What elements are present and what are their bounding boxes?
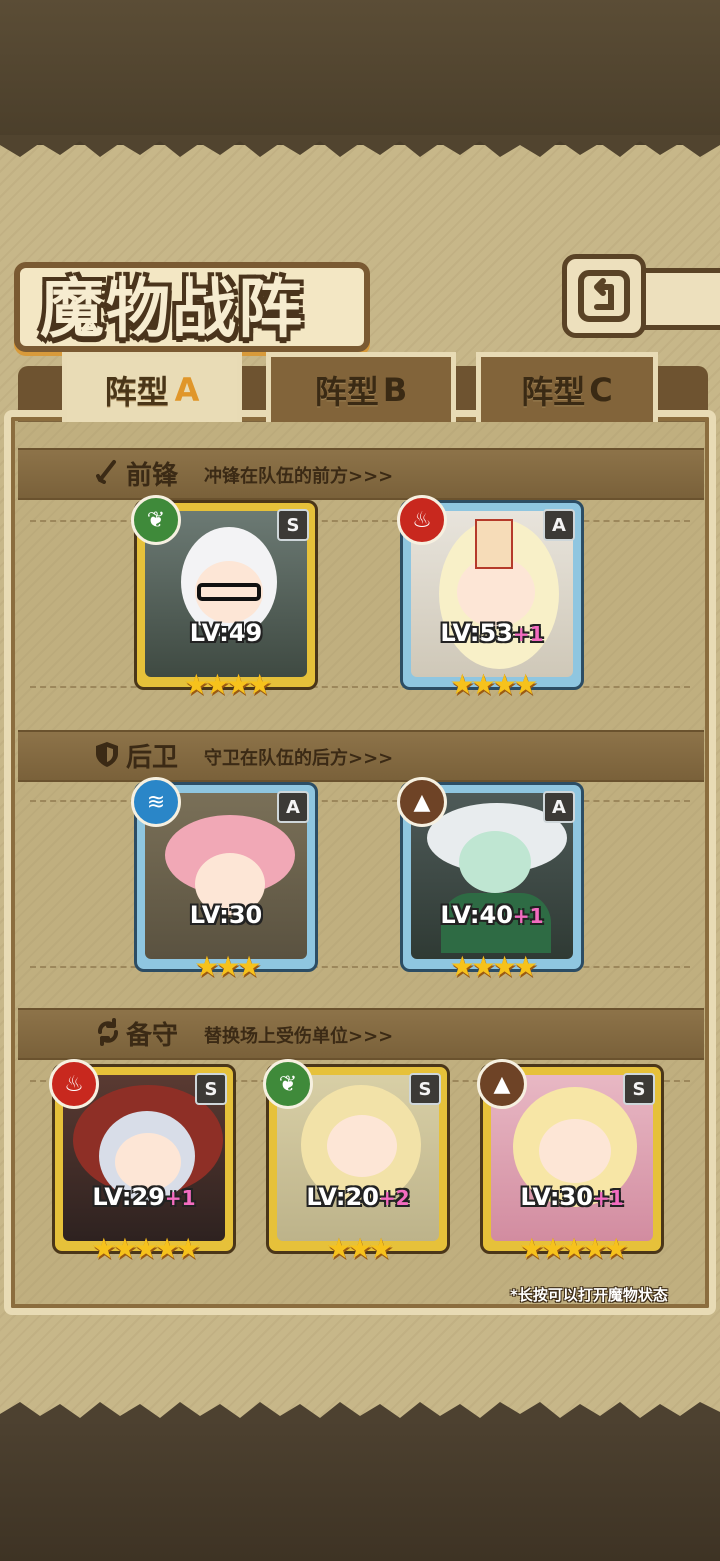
section-title-back: 后卫 bbox=[126, 743, 179, 773]
monster-card[interactable]: A ≋ LV:30 ★★★ bbox=[131, 777, 318, 983]
monster-face bbox=[459, 831, 531, 893]
tab-formation-b[interactable]: 阵型 B bbox=[266, 352, 456, 422]
tab-letter: B bbox=[382, 370, 408, 409]
level-value: LV:29 bbox=[92, 1183, 165, 1211]
section-desc-back: 守卫在队伍的后方>>> bbox=[204, 748, 394, 769]
tab-letter: A bbox=[174, 370, 200, 409]
back-arrow-icon bbox=[578, 270, 630, 322]
star-rating: ★★★ bbox=[326, 1232, 393, 1265]
section-desc-front: 冲锋在队伍的前方>>> bbox=[204, 466, 394, 487]
divider bbox=[30, 520, 690, 522]
rank-badge: A bbox=[277, 791, 309, 823]
monster-card[interactable]: A ♨ LV:53+1 ★★★★ bbox=[397, 495, 584, 701]
level-value: LV:30 bbox=[520, 1183, 593, 1211]
section-desc-reserve: 替换场上受伤单位>>> bbox=[204, 1026, 394, 1047]
level-label: LV:30 bbox=[137, 901, 315, 929]
divider bbox=[30, 966, 690, 968]
tab-letter: C bbox=[589, 370, 613, 409]
level-label: LV:30+1 bbox=[483, 1183, 661, 1211]
page-title: 魔物战阵 bbox=[40, 273, 304, 347]
level-value: LV:40 bbox=[440, 901, 513, 929]
star-rating: ★★★★★ bbox=[91, 1232, 201, 1265]
divider bbox=[30, 800, 690, 802]
tab-label: 阵型 bbox=[314, 372, 379, 411]
section-title-front: 前锋 bbox=[126, 461, 179, 491]
shield-icon bbox=[96, 742, 118, 767]
level-value: LV:49 bbox=[189, 619, 263, 647]
level-label: LV:49 bbox=[137, 619, 315, 647]
monster-card[interactable]: S ❦ LV:20+2 ★★★ bbox=[263, 1059, 450, 1265]
level-value: LV:30 bbox=[189, 901, 263, 929]
rank-badge: S bbox=[195, 1073, 227, 1105]
level-label: LV:20+2 bbox=[269, 1183, 447, 1211]
fire-element-icon: ♨ bbox=[397, 495, 447, 545]
monster-card[interactable]: S ▲ LV:30+1 ★★★★★ bbox=[477, 1059, 664, 1265]
tab-label: 阵型 bbox=[104, 372, 169, 411]
monster-face bbox=[539, 1119, 611, 1183]
star-rating: ★★★ bbox=[194, 950, 261, 983]
level-bonus: +1 bbox=[164, 1186, 196, 1210]
earth-element-icon: ▲ bbox=[397, 777, 447, 827]
star-rating: ★★★★ bbox=[183, 668, 272, 701]
monster-card[interactable]: S ❦ LV:49 ★★★★ bbox=[131, 495, 318, 701]
bottom-background bbox=[0, 1420, 720, 1561]
talisman-icon bbox=[475, 519, 513, 569]
divider bbox=[30, 686, 690, 688]
section-title-reserve: 备守 bbox=[126, 1021, 179, 1051]
rank-badge: A bbox=[543, 791, 575, 823]
top-torn-edge bbox=[0, 135, 720, 157]
top-background bbox=[0, 0, 720, 145]
star-rating: ★★★★ bbox=[449, 950, 538, 983]
level-value: LV:20 bbox=[306, 1183, 379, 1211]
level-label: LV:40+1 bbox=[403, 901, 581, 929]
swap-icon bbox=[98, 1018, 118, 1046]
water-element-icon: ≋ bbox=[131, 777, 181, 827]
sword-icon bbox=[96, 460, 116, 484]
star-rating: ★★★★★ bbox=[519, 1232, 629, 1265]
rank-badge: S bbox=[277, 509, 309, 541]
level-value: LV:53 bbox=[440, 619, 513, 647]
rank-badge: S bbox=[409, 1073, 441, 1105]
monster-face bbox=[327, 1115, 397, 1177]
level-label: LV:29+1 bbox=[55, 1183, 233, 1211]
grass-element-icon: ❦ bbox=[263, 1059, 313, 1109]
tab-label: 阵型 bbox=[521, 372, 586, 411]
rank-badge: A bbox=[543, 509, 575, 541]
tab-formation-a[interactable]: 阵型 A bbox=[62, 352, 242, 422]
rank-badge: S bbox=[623, 1073, 655, 1105]
back-button-rail bbox=[640, 268, 720, 330]
monster-card[interactable]: A ▲ LV:40+1 ★★★★ bbox=[397, 777, 584, 983]
level-bonus: +1 bbox=[512, 622, 544, 646]
level-bonus: +1 bbox=[512, 904, 544, 928]
glasses-icon bbox=[197, 583, 261, 601]
long-press-hint: *长按可以打开魔物状态 bbox=[510, 1286, 668, 1304]
earth-element-icon: ▲ bbox=[477, 1059, 527, 1109]
monster-card[interactable]: S ♨ LV:29+1 ★★★★★ bbox=[49, 1059, 236, 1265]
bottom-torn-edge bbox=[0, 1402, 720, 1424]
level-label: LV:53+1 bbox=[403, 619, 581, 647]
level-bonus: +2 bbox=[378, 1186, 410, 1210]
tab-formation-c[interactable]: 阵型 C bbox=[476, 352, 658, 422]
star-rating: ★★★★ bbox=[449, 668, 538, 701]
grass-element-icon: ❦ bbox=[131, 495, 181, 545]
level-bonus: +1 bbox=[592, 1186, 624, 1210]
back-button[interactable] bbox=[562, 254, 646, 338]
fire-element-icon: ♨ bbox=[49, 1059, 99, 1109]
